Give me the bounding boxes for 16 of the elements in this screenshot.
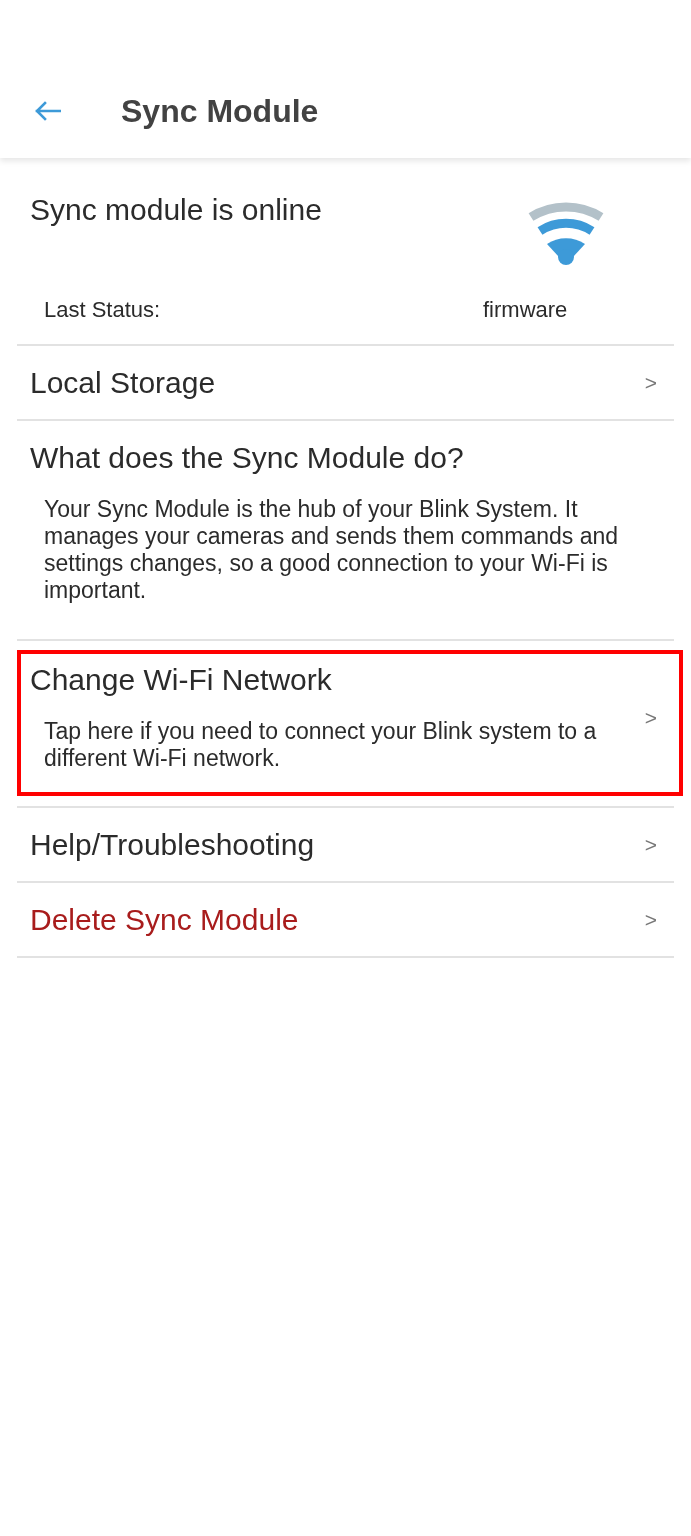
item-title[interactable]: Delete Sync Module [30, 902, 299, 937]
screen-title: Sync Module [121, 92, 319, 130]
chevron[interactable]: > [644, 370, 657, 395]
item-title[interactable]: Help/Troubleshooting [30, 827, 315, 862]
last-status-value: firmware [483, 297, 568, 323]
item-title: What does the Sync Module do? [30, 441, 464, 475]
item-description: Tap here if you need to connect your Blink system to a different Wi-Fi network. [44, 718, 598, 772]
last-status-label: Last Status: [44, 297, 162, 323]
status-title: Sync module is online [30, 193, 322, 227]
chevron[interactable]: > [644, 705, 657, 730]
chevron[interactable]: > [644, 832, 657, 857]
item-title[interactable]: Change Wi-Fi Network [30, 663, 332, 697]
chevron[interactable]: > [644, 907, 657, 932]
back-arrow-icon[interactable] [33, 100, 61, 122]
item-title[interactable]: Local Storage [30, 365, 216, 400]
item-description: Your Sync Module is the hub of your Blink System. It manages your cameras and sends them commands and settings changes, so a good connection to your Wi-Fi is important. [44, 496, 620, 604]
